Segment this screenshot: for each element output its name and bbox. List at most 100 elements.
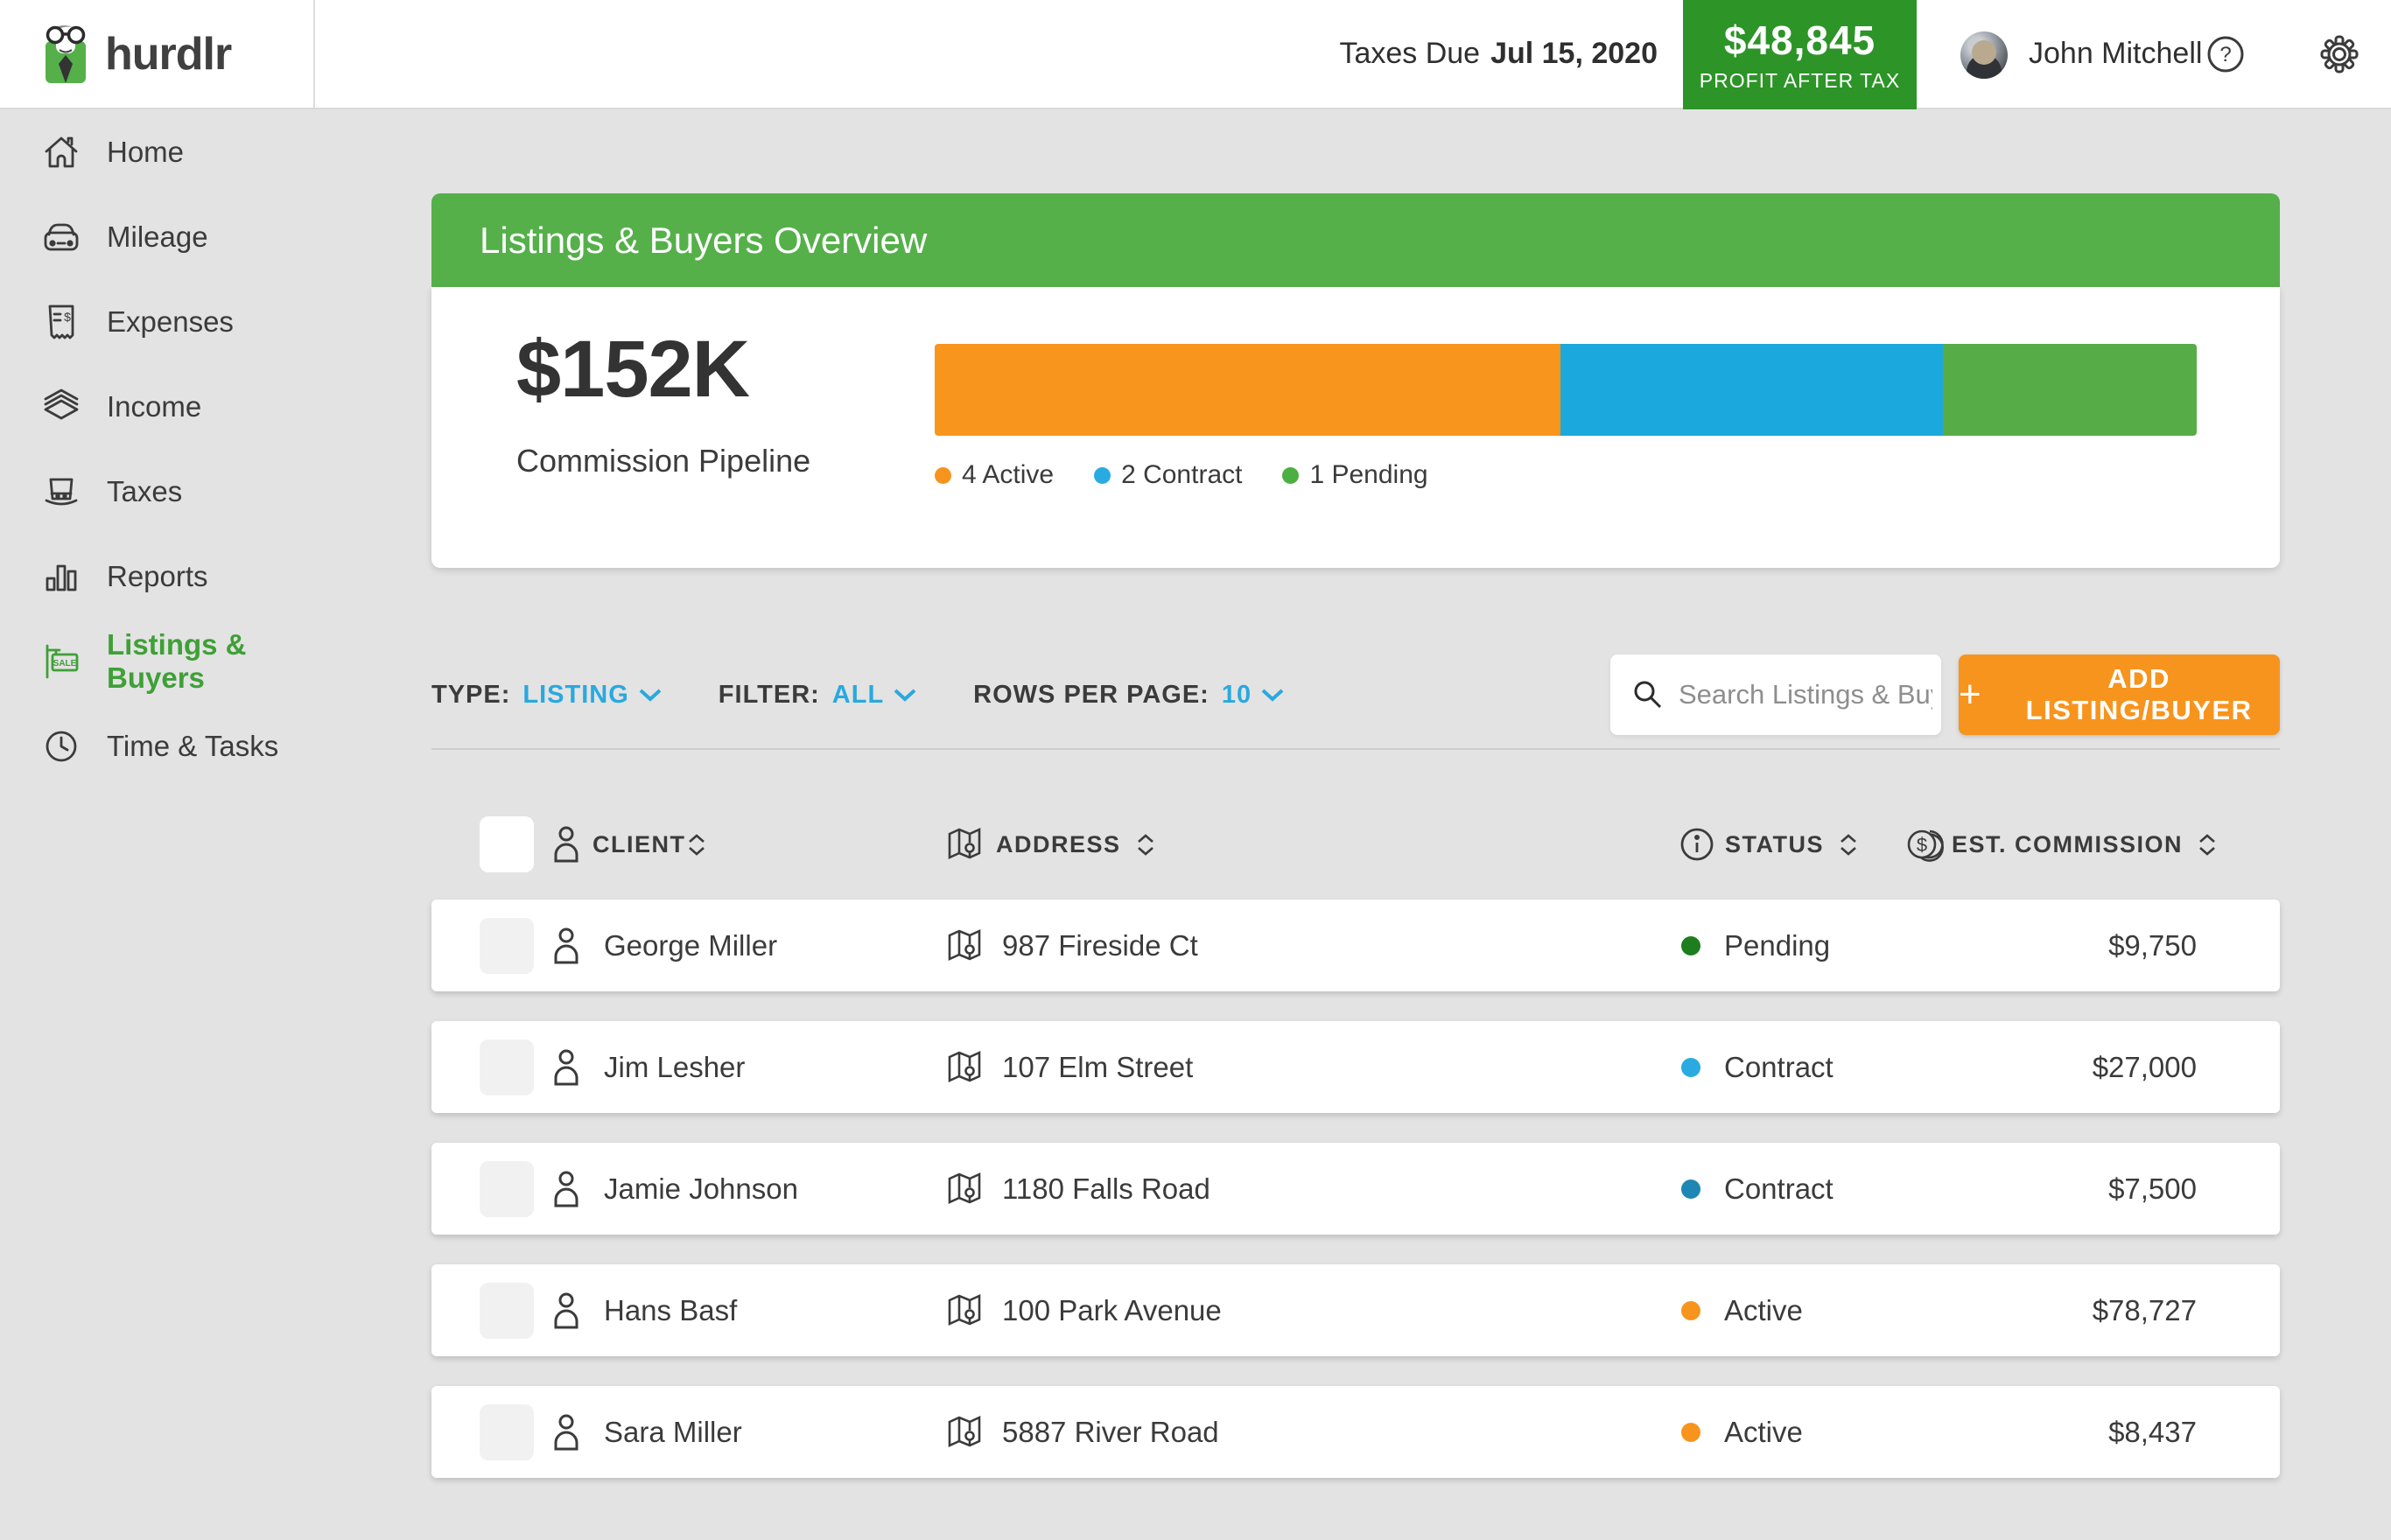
sort-commission[interactable] bbox=[2197, 833, 2218, 857]
address: 1180 Falls Road bbox=[1002, 1143, 1210, 1235]
table-row[interactable]: Sara Miller 5887 River Road Active $8,43… bbox=[431, 1386, 2280, 1478]
user-name: John Mitchell bbox=[2029, 0, 2202, 108]
sidebar-item-label: Income bbox=[107, 390, 201, 424]
sidebar-item-time-tasks[interactable]: Time & Tasks bbox=[0, 704, 315, 788]
sort-status[interactable] bbox=[1838, 833, 1859, 857]
pipeline-label: Commission Pipeline bbox=[516, 443, 810, 480]
status-dot bbox=[1681, 1180, 1700, 1199]
status-dot bbox=[1681, 1058, 1700, 1077]
sidebar-item-label: Mileage bbox=[107, 220, 208, 254]
map-icon bbox=[946, 1021, 983, 1113]
client-name: Sara Miller bbox=[604, 1386, 742, 1478]
address: 100 Park Avenue bbox=[1002, 1264, 1222, 1356]
row-checkbox[interactable] bbox=[480, 1161, 534, 1217]
person-icon bbox=[550, 900, 583, 991]
client-name: Jamie Johnson bbox=[604, 1143, 798, 1235]
pipeline-total: $152K bbox=[516, 324, 749, 416]
avatar[interactable] bbox=[1960, 32, 2008, 79]
map-icon bbox=[946, 1386, 983, 1478]
column-address[interactable]: ADDRESS bbox=[996, 831, 1121, 858]
client-name: Jim Lesher bbox=[604, 1021, 745, 1113]
row-checkbox[interactable] bbox=[480, 1040, 534, 1096]
client-name: George Miller bbox=[604, 900, 777, 991]
search-input[interactable] bbox=[1679, 679, 1932, 710]
sidebar-item-taxes[interactable]: Taxes bbox=[0, 449, 315, 534]
table-row[interactable]: Jamie Johnson 1180 Falls Road Contract $… bbox=[431, 1143, 2280, 1235]
toolbar: TYPE: LISTING FILTER: ALL ROWS PER PAGE:… bbox=[431, 654, 2280, 735]
map-icon bbox=[946, 1264, 983, 1356]
sidebar: Home Mileage $ Expenses Income Taxes Rep… bbox=[0, 109, 315, 788]
help-icon[interactable]: ? bbox=[2205, 0, 2246, 108]
profit-amount: $48,845 bbox=[1724, 17, 1876, 64]
row-checkbox[interactable] bbox=[480, 918, 534, 974]
search-box bbox=[1610, 654, 1941, 735]
overview-title: Listings & Buyers Overview bbox=[480, 220, 927, 262]
legend-dot bbox=[1282, 467, 1299, 484]
sidebar-item-label: Listings & Buyers bbox=[107, 628, 315, 695]
pipeline-legend: 4 Active 2 Contract 1 Pending bbox=[935, 460, 1428, 490]
column-status[interactable]: STATUS bbox=[1725, 831, 1824, 858]
type-filter-dropdown[interactable]: TYPE: LISTING bbox=[431, 681, 663, 710]
sale-sign-icon: SALE bbox=[42, 643, 81, 680]
clock-icon bbox=[42, 729, 81, 764]
svg-text:$: $ bbox=[64, 310, 71, 324]
legend-dot bbox=[935, 467, 951, 484]
rows-per-page-dropdown[interactable]: ROWS PER PAGE: 10 bbox=[973, 681, 1285, 710]
chevron-down-icon bbox=[638, 688, 663, 703]
sidebar-item-mileage[interactable]: Mileage bbox=[0, 194, 315, 279]
profit-label: PROFIT AFTER TAX bbox=[1700, 69, 1900, 93]
table-row[interactable]: Hans Basf 100 Park Avenue Active $78,727 bbox=[431, 1264, 2280, 1356]
coins-icon: $ bbox=[1907, 809, 1946, 879]
brand-logo[interactable]: hurdlr bbox=[0, 0, 315, 108]
home-icon bbox=[42, 135, 81, 170]
sidebar-item-expenses[interactable]: $ Expenses bbox=[0, 279, 315, 364]
status-dot bbox=[1681, 1423, 1700, 1442]
svg-text:$: $ bbox=[1917, 834, 1927, 856]
table-row[interactable]: George Miller 987 Fireside Ct Pending $9… bbox=[431, 900, 2280, 991]
overview-card-body: $152K Commission Pipeline 4 Active 2 Con… bbox=[431, 287, 2280, 568]
sidebar-item-label: Home bbox=[107, 136, 184, 169]
receipt-icon: $ bbox=[42, 304, 81, 340]
gear-icon[interactable] bbox=[2319, 0, 2359, 108]
status-label: Contract bbox=[1724, 1021, 1834, 1113]
client-name: Hans Basf bbox=[604, 1264, 737, 1356]
commission-value: $27,000 bbox=[2093, 1021, 2197, 1113]
address: 107 Elm Street bbox=[1002, 1021, 1193, 1113]
person-icon bbox=[550, 1264, 583, 1356]
status-label: Active bbox=[1724, 1264, 1803, 1356]
status-label: Active bbox=[1724, 1386, 1803, 1478]
svg-text:?: ? bbox=[2219, 43, 2231, 66]
status-label: Contract bbox=[1724, 1143, 1834, 1235]
sidebar-item-income[interactable]: Income bbox=[0, 364, 315, 449]
column-client[interactable]: CLIENT bbox=[592, 831, 686, 858]
table-row[interactable]: Jim Lesher 107 Elm Street Contract $27,0… bbox=[431, 1021, 2280, 1113]
filter-dropdown[interactable]: FILTER: ALL bbox=[719, 681, 917, 710]
status-dot bbox=[1681, 936, 1700, 956]
taxes-due-label: Taxes DueJul 15, 2020 bbox=[1339, 0, 1658, 108]
sort-client[interactable] bbox=[686, 833, 707, 857]
row-checkbox[interactable] bbox=[480, 1283, 534, 1339]
sidebar-item-label: Reports bbox=[107, 560, 208, 593]
chevron-down-icon bbox=[893, 688, 917, 703]
select-all-checkbox[interactable] bbox=[480, 816, 534, 872]
map-icon bbox=[946, 900, 983, 991]
row-checkbox[interactable] bbox=[480, 1404, 534, 1460]
commission-value: $9,750 bbox=[2108, 900, 2197, 991]
legend-item: 4 Active bbox=[935, 460, 1054, 490]
svg-text:SALE: SALE bbox=[53, 659, 77, 668]
commission-value: $8,437 bbox=[2108, 1386, 2197, 1478]
person-icon bbox=[550, 1386, 583, 1478]
sort-address[interactable] bbox=[1135, 833, 1156, 857]
sidebar-item-home[interactable]: Home bbox=[0, 109, 315, 194]
add-listing-buyer-button[interactable]: + ADD LISTING/BUYER bbox=[1959, 654, 2280, 735]
legend-item: 1 Pending bbox=[1282, 460, 1427, 490]
person-icon bbox=[550, 809, 583, 879]
bar-chart-icon bbox=[42, 559, 81, 594]
bar-segment-active bbox=[935, 344, 1560, 436]
sidebar-item-listings-buyers[interactable]: SALE Listings & Buyers bbox=[0, 619, 315, 704]
sidebar-item-reports[interactable]: Reports bbox=[0, 534, 315, 619]
column-commission[interactable]: EST. COMMISSION bbox=[1952, 831, 2183, 858]
profit-after-tax-widget[interactable]: $48,845 PROFIT AFTER TAX bbox=[1683, 0, 1917, 109]
map-icon bbox=[946, 1143, 983, 1235]
sidebar-item-label: Taxes bbox=[107, 475, 182, 508]
